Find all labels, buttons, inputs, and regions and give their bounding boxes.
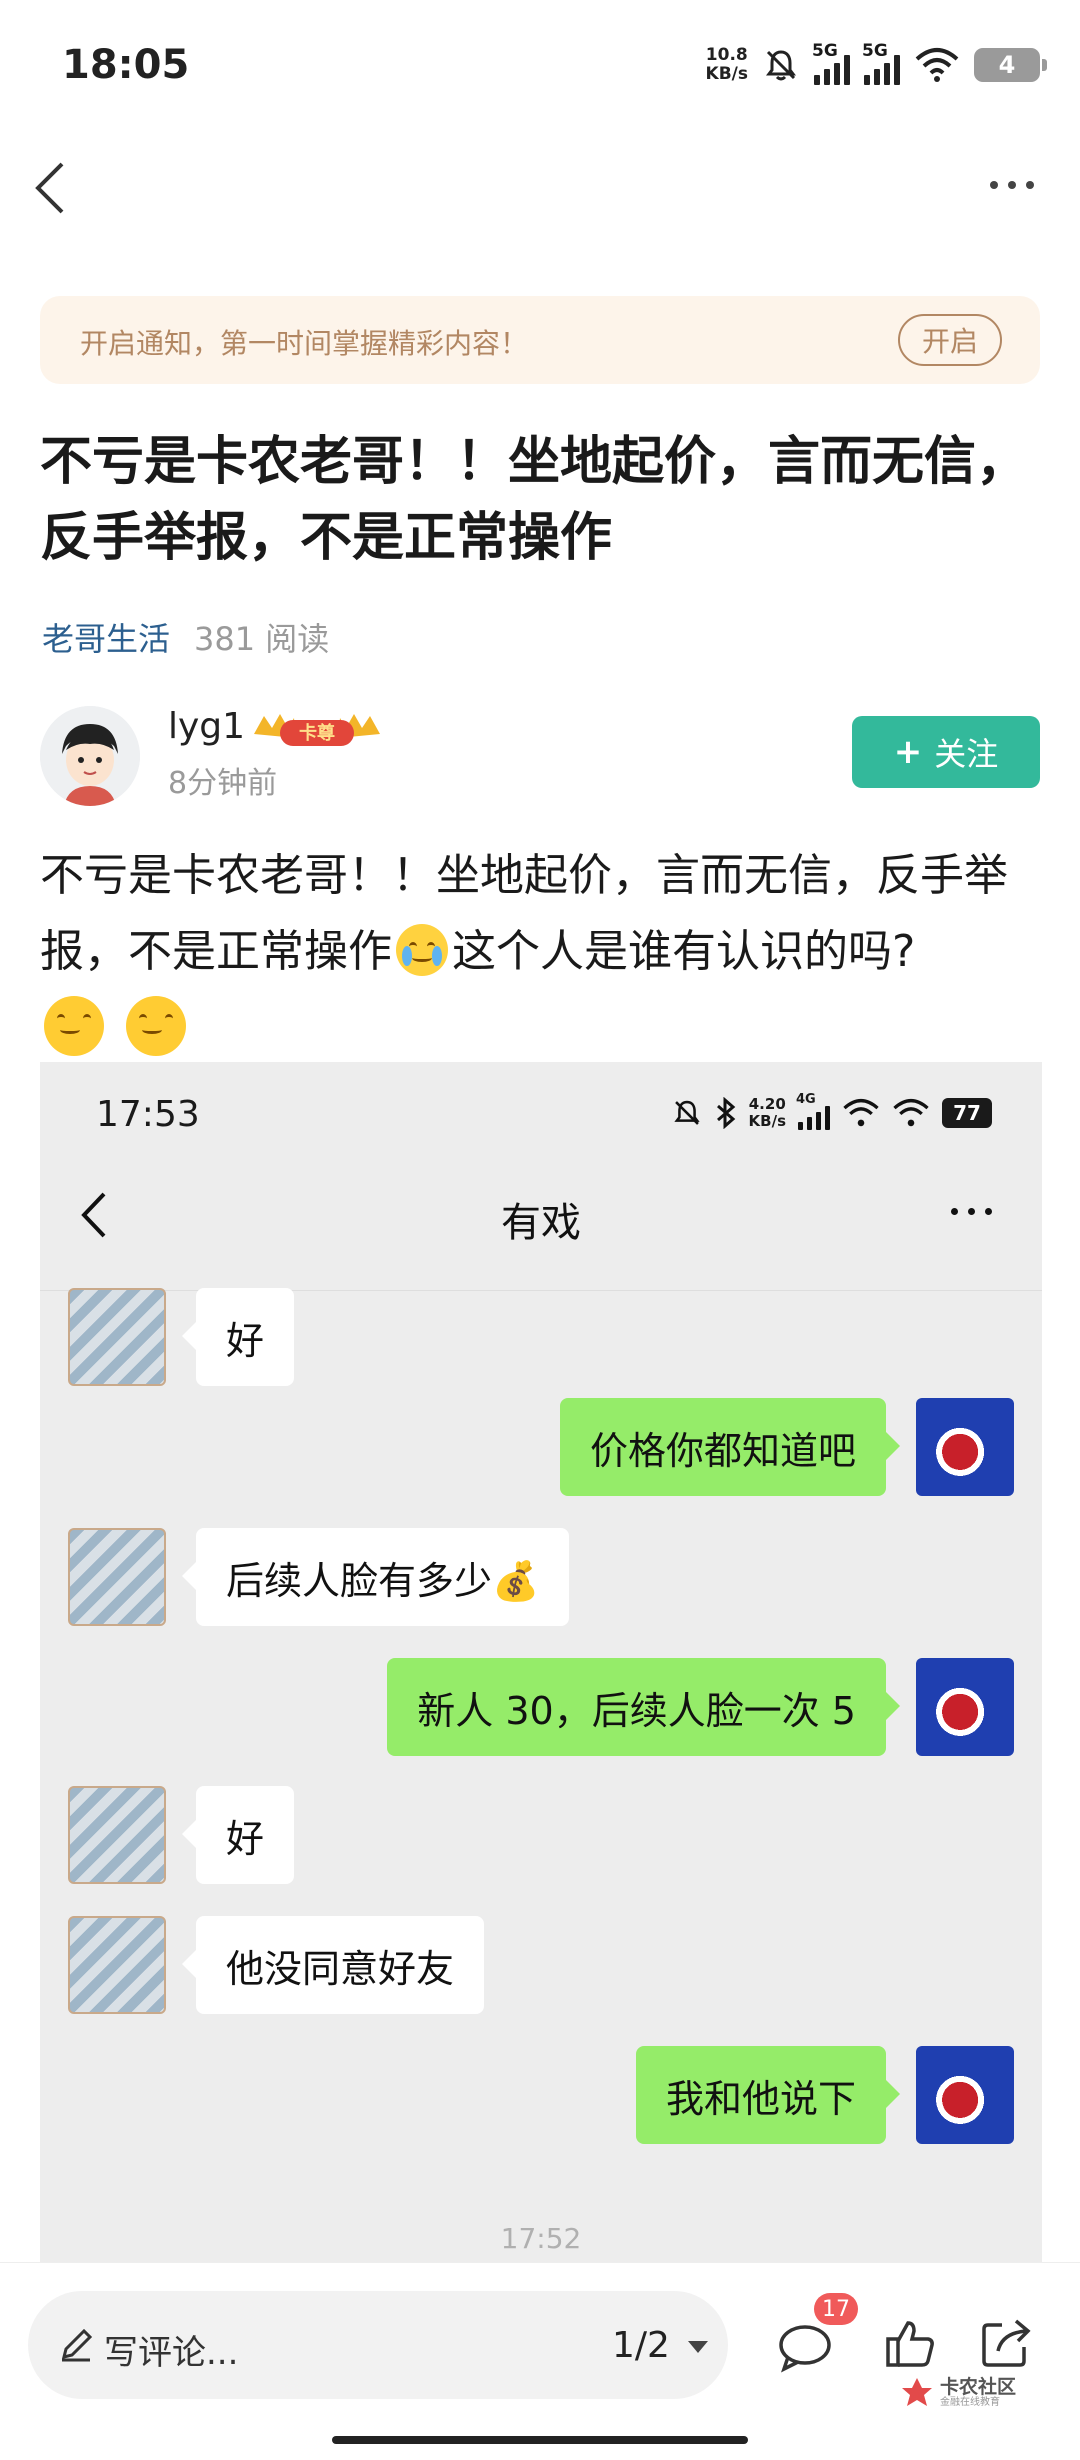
post-title: 不亏是卡农老哥！！坐地起价，言而无信，反手举报，不是正常操作 xyxy=(40,432,1029,568)
message-bubble: 新人 30，后续人脸一次 5 xyxy=(387,1658,900,1756)
message-bubble: 他没同意好友 xyxy=(181,1916,485,2014)
screenshot-network-speed: 4.20 KB/s xyxy=(748,1095,786,1130)
post-body: 不亏是卡农老哥！！坐地起价，言而无信，反手举报，不是正常操作 这个人是谁有认识的吗… xyxy=(40,850,1008,977)
post-time: 8分钟前 xyxy=(168,766,278,801)
screenshot-time: 17:53 xyxy=(96,1094,200,1135)
signal-sim2-icon: 5G xyxy=(862,41,900,85)
top-nav xyxy=(0,140,1080,230)
network-speed: 10.8 KB/s xyxy=(705,45,748,84)
chat-nav: 有戏 xyxy=(40,1162,1042,1262)
message-bubble: 价格你都知道吧 xyxy=(559,1398,901,1496)
crying-laugh-emoji-icon xyxy=(396,924,448,976)
vip-crown-badge: 卡尊 xyxy=(254,714,380,746)
battery-icon: 4 xyxy=(974,48,1047,82)
status-bar: 18:05 10.8 KB/s 5G 5G 4 xyxy=(0,0,1080,130)
contact-avatar xyxy=(68,1916,166,2014)
comment-input[interactable]: 写评论... 1/2 xyxy=(28,2291,728,2399)
enable-notification-button[interactable]: 开启 xyxy=(898,314,1002,366)
notification-text: 开启通知，第一时间掌握精彩内容！ xyxy=(80,327,529,360)
mute-bell-icon xyxy=(766,50,796,81)
chat-message: 好 xyxy=(68,1786,295,1884)
screenshot-status-icons: 4.20 KB/s 4G 77 xyxy=(671,1092,992,1130)
page-indicator[interactable]: 1/2 xyxy=(612,2325,670,2366)
more-dots-icon xyxy=(951,1208,992,1215)
smirk-emoji-icon xyxy=(126,996,186,1056)
chat-message: 新人 30，后续人脸一次 5 xyxy=(387,1658,1014,1756)
notification-banner: 开启通知，第一时间掌握精彩内容！ 开启 xyxy=(40,296,1040,384)
bluetooth-icon xyxy=(716,1097,735,1129)
battery-icon: 77 xyxy=(942,1098,992,1128)
status-icons: 10.8 KB/s 5G 5G 4 xyxy=(705,40,1047,90)
svg-text:卡尊: 卡尊 xyxy=(299,722,335,744)
home-indicator[interactable] xyxy=(332,2436,748,2444)
wifi-icon xyxy=(915,48,959,82)
chat-title: 有戏 xyxy=(501,1200,581,1246)
wifi-icon xyxy=(843,1098,879,1127)
contact-avatar xyxy=(68,1288,166,1386)
embedded-chat-screenshot[interactable]: 17:53 4.20 KB/s 4G 77 有戏 好 价格你都知道吧 后续人脸有… xyxy=(40,1062,1042,2262)
read-count: 381 阅读 xyxy=(194,620,330,658)
post-meta: 老哥生活 381 阅读 xyxy=(42,614,329,660)
chevron-left-icon[interactable] xyxy=(28,158,78,218)
chat-message: 好 xyxy=(68,1288,295,1386)
message-bubble: 好 xyxy=(181,1786,295,1884)
my-avatar xyxy=(916,1398,1014,1496)
emoji-row xyxy=(44,996,186,1056)
comment-placeholder: 写评论... xyxy=(104,2333,239,2373)
contact-avatar xyxy=(68,1528,166,1626)
kanong-logo-icon xyxy=(902,2378,932,2406)
contact-avatar xyxy=(68,1786,166,1884)
message-bubble: 我和他说下 xyxy=(635,2046,901,2144)
comment-count-badge: 17 xyxy=(814,2293,858,2325)
plus-icon: + xyxy=(893,732,923,772)
my-avatar xyxy=(916,2046,1014,2144)
comment-icon[interactable] xyxy=(778,2323,832,2373)
status-time: 18:05 xyxy=(62,42,190,88)
chat-timestamp: 17:52 xyxy=(500,2222,582,2255)
chat-message: 价格你都知道吧 xyxy=(559,1398,1014,1496)
category-link[interactable]: 老哥生活 xyxy=(42,614,170,660)
more-dots-icon[interactable] xyxy=(990,170,1050,200)
bottom-action-bar: 写评论... 1/2 17 xyxy=(0,2262,1080,2460)
chat-message: 我和他说下 xyxy=(635,2046,1014,2144)
site-watermark: 卡农社区 金融在线教育 xyxy=(900,2376,1016,2410)
smirk-emoji-icon xyxy=(44,996,104,1056)
author-name[interactable]: lyg1 xyxy=(168,706,245,747)
chat-message: 后续人脸有多少💰 xyxy=(68,1528,570,1626)
message-bubble: 后续人脸有多少💰 xyxy=(181,1528,570,1626)
signal-sim1-icon: 5G xyxy=(812,41,850,85)
share-icon[interactable] xyxy=(980,2317,1032,2369)
signal-icon: 4G xyxy=(796,1092,830,1130)
author-avatar[interactable] xyxy=(40,706,140,806)
mute-bell-icon xyxy=(673,1100,700,1125)
caret-down-icon[interactable] xyxy=(688,2341,708,2353)
chat-message: 他没同意好友 xyxy=(68,1916,485,2014)
thumbs-up-icon[interactable] xyxy=(884,2317,936,2369)
screenshot-status-bar: 17:53 4.20 KB/s 4G 77 xyxy=(40,1062,1042,1162)
message-bubble: 好 xyxy=(181,1288,295,1386)
wifi-icon xyxy=(893,1098,929,1127)
pen-icon xyxy=(61,2328,93,2362)
follow-button[interactable]: + 关注 xyxy=(852,716,1040,788)
my-avatar xyxy=(916,1658,1014,1756)
